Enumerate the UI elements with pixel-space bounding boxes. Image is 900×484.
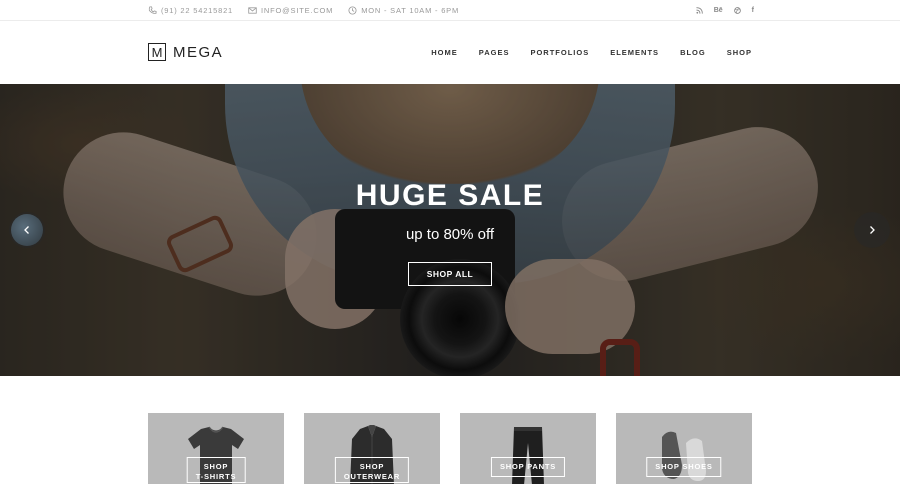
clock-icon [348, 6, 357, 15]
category-grid: SHOP T-SHIRTS SHOP OUTERWEAR SHOP PANTS [0, 376, 900, 484]
site-header: M MEGA HOME PAGES PORTFOLIOS ELEMENTS BL… [0, 21, 900, 84]
hero-subtitle: up to 80% off [405, 226, 495, 243]
hours-info: MON - SAT 10AM - 6PM [348, 6, 459, 15]
logo-mark: M [148, 43, 166, 61]
category-label: SHOP T-SHIRTS [186, 457, 246, 483]
behance-icon[interactable]: Bē [714, 7, 723, 14]
category-card-outerwear[interactable]: SHOP OUTERWEAR [304, 413, 440, 484]
top-bar: (91) 22 54215821 INFO@SITE.COM MON - SAT… [0, 0, 900, 21]
phone-icon [148, 6, 157, 14]
contact-info: (91) 22 54215821 INFO@SITE.COM MON - SAT… [148, 0, 474, 21]
rss-icon[interactable] [696, 7, 703, 14]
main-nav: HOME PAGES PORTFOLIOS ELEMENTS BLOG SHOP [431, 21, 752, 84]
category-label-line: SHOP SHOES [655, 462, 713, 471]
category-label: SHOP PANTS [490, 457, 566, 477]
category-card-shoes[interactable]: SHOP SHOES [616, 413, 752, 484]
nav-shop[interactable]: SHOP [727, 48, 752, 57]
category-label: SHOP OUTERWEAR [334, 457, 410, 483]
slider-prev-button[interactable] [9, 212, 45, 248]
nav-pages[interactable]: PAGES [479, 48, 510, 57]
nav-home[interactable]: HOME [431, 48, 458, 57]
category-label-line: SHOP PANTS [499, 462, 557, 471]
social-links: Bē f [696, 0, 754, 21]
category-card-tshirts[interactable]: SHOP T-SHIRTS [148, 413, 284, 484]
nav-elements[interactable]: ELEMENTS [610, 48, 659, 57]
facebook-icon[interactable]: f [752, 7, 754, 14]
envelope-icon [248, 7, 257, 14]
chevron-right-icon [870, 226, 875, 234]
email-info[interactable]: INFO@SITE.COM [248, 6, 333, 15]
email-text[interactable]: INFO@SITE.COM [261, 6, 333, 15]
category-label-line: T-SHIRTS [195, 472, 237, 481]
chevron-left-icon [24, 226, 29, 234]
dribbble-icon[interactable] [733, 7, 741, 14]
logo[interactable]: M MEGA [148, 43, 223, 61]
hero-slider: HUGE SALE up to 80% off SHOP ALL [0, 84, 900, 376]
hero-title: HUGE SALE [355, 179, 545, 212]
phone-info: (91) 22 54215821 [148, 6, 233, 15]
nav-portfolios[interactable]: PORTFOLIOS [530, 48, 589, 57]
category-label-line: SHOP [359, 462, 385, 471]
slider-next-button[interactable] [854, 212, 890, 248]
shop-all-button[interactable]: SHOP ALL [408, 262, 492, 286]
nav-blog[interactable]: BLOG [680, 48, 706, 57]
category-label-line: OUTERWEAR [343, 472, 401, 481]
category-label: SHOP SHOES [646, 457, 722, 477]
hours-text: MON - SAT 10AM - 6PM [361, 6, 460, 15]
logo-name: MEGA [173, 43, 224, 61]
phone-text: (91) 22 54215821 [161, 6, 234, 15]
category-card-pants[interactable]: SHOP PANTS [460, 413, 596, 484]
category-label-line: SHOP [203, 462, 229, 471]
